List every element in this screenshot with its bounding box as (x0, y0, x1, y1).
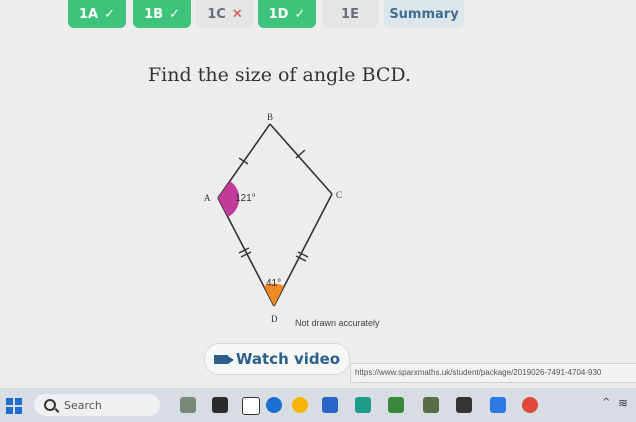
tab-label: 1A (78, 6, 99, 22)
search-placeholder: Search (64, 398, 102, 412)
taskbar: Search ^ ≋ (0, 388, 636, 422)
app-icon[interactable] (388, 397, 404, 413)
chat-icon[interactable] (242, 397, 260, 415)
tab-label: 1D (268, 6, 289, 22)
chrome-icon[interactable] (522, 397, 538, 413)
search-icon (44, 399, 56, 411)
vertex-label-c: C (336, 190, 342, 200)
app-icon[interactable] (292, 397, 308, 413)
side-ad (217, 197, 275, 307)
task-tabs: 1A ✓ 1B ✓ 1C ✕ 1D ✓ 1E Summary (0, 0, 636, 30)
tab-1d[interactable]: 1D ✓ (258, 0, 316, 28)
watch-video-label: Watch video (235, 350, 341, 368)
not-drawn-note: Not drawn accurately (295, 318, 380, 328)
vertex-label-a: A (204, 193, 211, 203)
check-icon: ✓ (169, 6, 180, 22)
taskbar-search[interactable]: Search (34, 394, 160, 416)
tab-label: 1B (144, 6, 164, 22)
app-icon[interactable] (266, 397, 282, 413)
tab-label: Summary (389, 6, 459, 22)
windows-start-icon[interactable] (6, 398, 22, 414)
tab-1b[interactable]: 1B ✓ (133, 0, 191, 28)
check-icon: ✓ (294, 6, 306, 22)
app-icon[interactable] (355, 397, 371, 413)
tab-1c[interactable]: 1C ✕ (196, 0, 254, 28)
angle-d-label: 41° (266, 278, 281, 289)
video-camera-icon (213, 354, 234, 364)
cross-icon: ✕ (231, 6, 243, 22)
tab-label: 1C (207, 6, 226, 22)
tab-label: 1E (341, 6, 359, 22)
tab-1a[interactable]: 1A ✓ (68, 0, 126, 28)
watch-video-button[interactable]: Watch video (204, 343, 350, 375)
task-view-icon[interactable] (212, 397, 228, 413)
app-icon[interactable] (322, 397, 338, 413)
widget-icon[interactable] (180, 397, 196, 413)
app-icon[interactable] (423, 397, 439, 413)
app-icon[interactable] (490, 397, 506, 413)
check-icon: ✓ (104, 6, 115, 22)
wifi-icon[interactable]: ≋ (618, 396, 628, 410)
vertex-label-b: B (267, 112, 273, 122)
question-text: Find the size of angle BCD. (148, 64, 412, 86)
side-bc (269, 123, 333, 195)
app-icon[interactable] (456, 397, 472, 413)
vertex-label-d: D (271, 314, 278, 324)
chevron-up-icon[interactable]: ^ (602, 397, 610, 408)
tab-1e[interactable]: 1E (322, 0, 378, 28)
url-bar[interactable]: https://www.sparxmaths.uk/student/packag… (350, 363, 636, 383)
angle-a-label: 121° (235, 193, 256, 204)
side-cd (273, 193, 333, 307)
tab-summary[interactable]: Summary (384, 0, 464, 28)
kite-diagram: B A C D 121° 41° (204, 112, 342, 324)
